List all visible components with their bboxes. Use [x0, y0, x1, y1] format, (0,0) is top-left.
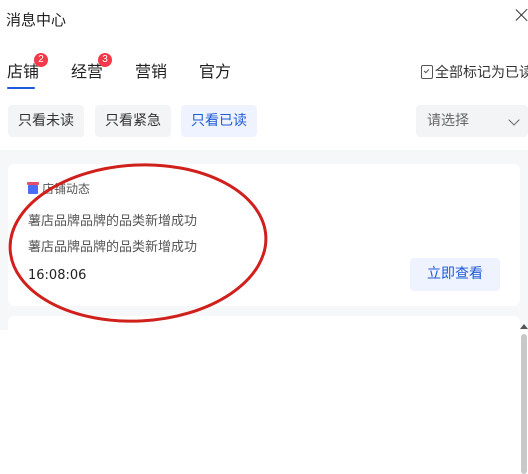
view-now-button[interactable]: 立即查看	[410, 258, 500, 291]
select-placeholder: 请选择	[427, 113, 469, 129]
tab-official[interactable]: 官方	[199, 58, 231, 82]
chevron-down-icon	[508, 114, 520, 126]
tab-operation[interactable]: 经营 3	[71, 53, 112, 82]
message-line: 薯店品牌品牌的品类新增成功	[28, 214, 198, 229]
tab-label: 经营	[71, 62, 104, 81]
page-title: 消息中心	[6, 11, 67, 29]
tab-label: 官方	[199, 62, 232, 81]
tab-store[interactable]: 店铺 2	[7, 53, 48, 89]
scroll-up-arrow[interactable]	[520, 324, 528, 329]
mark-read-icon	[421, 65, 433, 79]
category-label: 店铺动态	[42, 182, 91, 196]
tab-marketing[interactable]: 营销	[135, 58, 167, 82]
filter-urgent[interactable]: 只看紧急	[95, 105, 171, 137]
filter-unread[interactable]: 只看未读	[8, 105, 84, 137]
store-icon	[27, 182, 39, 194]
message-category: 店铺动态	[27, 180, 91, 197]
category-select[interactable]: 请选择	[416, 105, 528, 137]
filter-read[interactable]: 只看已读	[181, 105, 257, 137]
message-time: 16:08:06	[28, 268, 87, 283]
close-icon[interactable]	[513, 6, 528, 24]
tab-label: 营销	[135, 62, 168, 81]
tab-badge: 2	[34, 53, 48, 67]
message-line: 薯店品牌品牌的品类新增成功	[28, 240, 198, 255]
message-list: 店铺动态 薯店品牌品牌的品类新增成功 薯店品牌品牌的品类新增成功 16:08:0…	[0, 150, 528, 474]
tab-label: 店铺	[7, 62, 40, 81]
mark-all-read-button[interactable]: 全部标记为已读	[421, 62, 528, 82]
message-card	[8, 316, 520, 336]
mark-all-read-label: 全部标记为已读	[435, 65, 528, 81]
tab-badge: 3	[98, 53, 112, 67]
scrollbar-thumb[interactable]	[521, 334, 527, 474]
message-card: 店铺动态 薯店品牌品牌的品类新增成功 薯店品牌品牌的品类新增成功 16:08:0…	[8, 164, 520, 306]
